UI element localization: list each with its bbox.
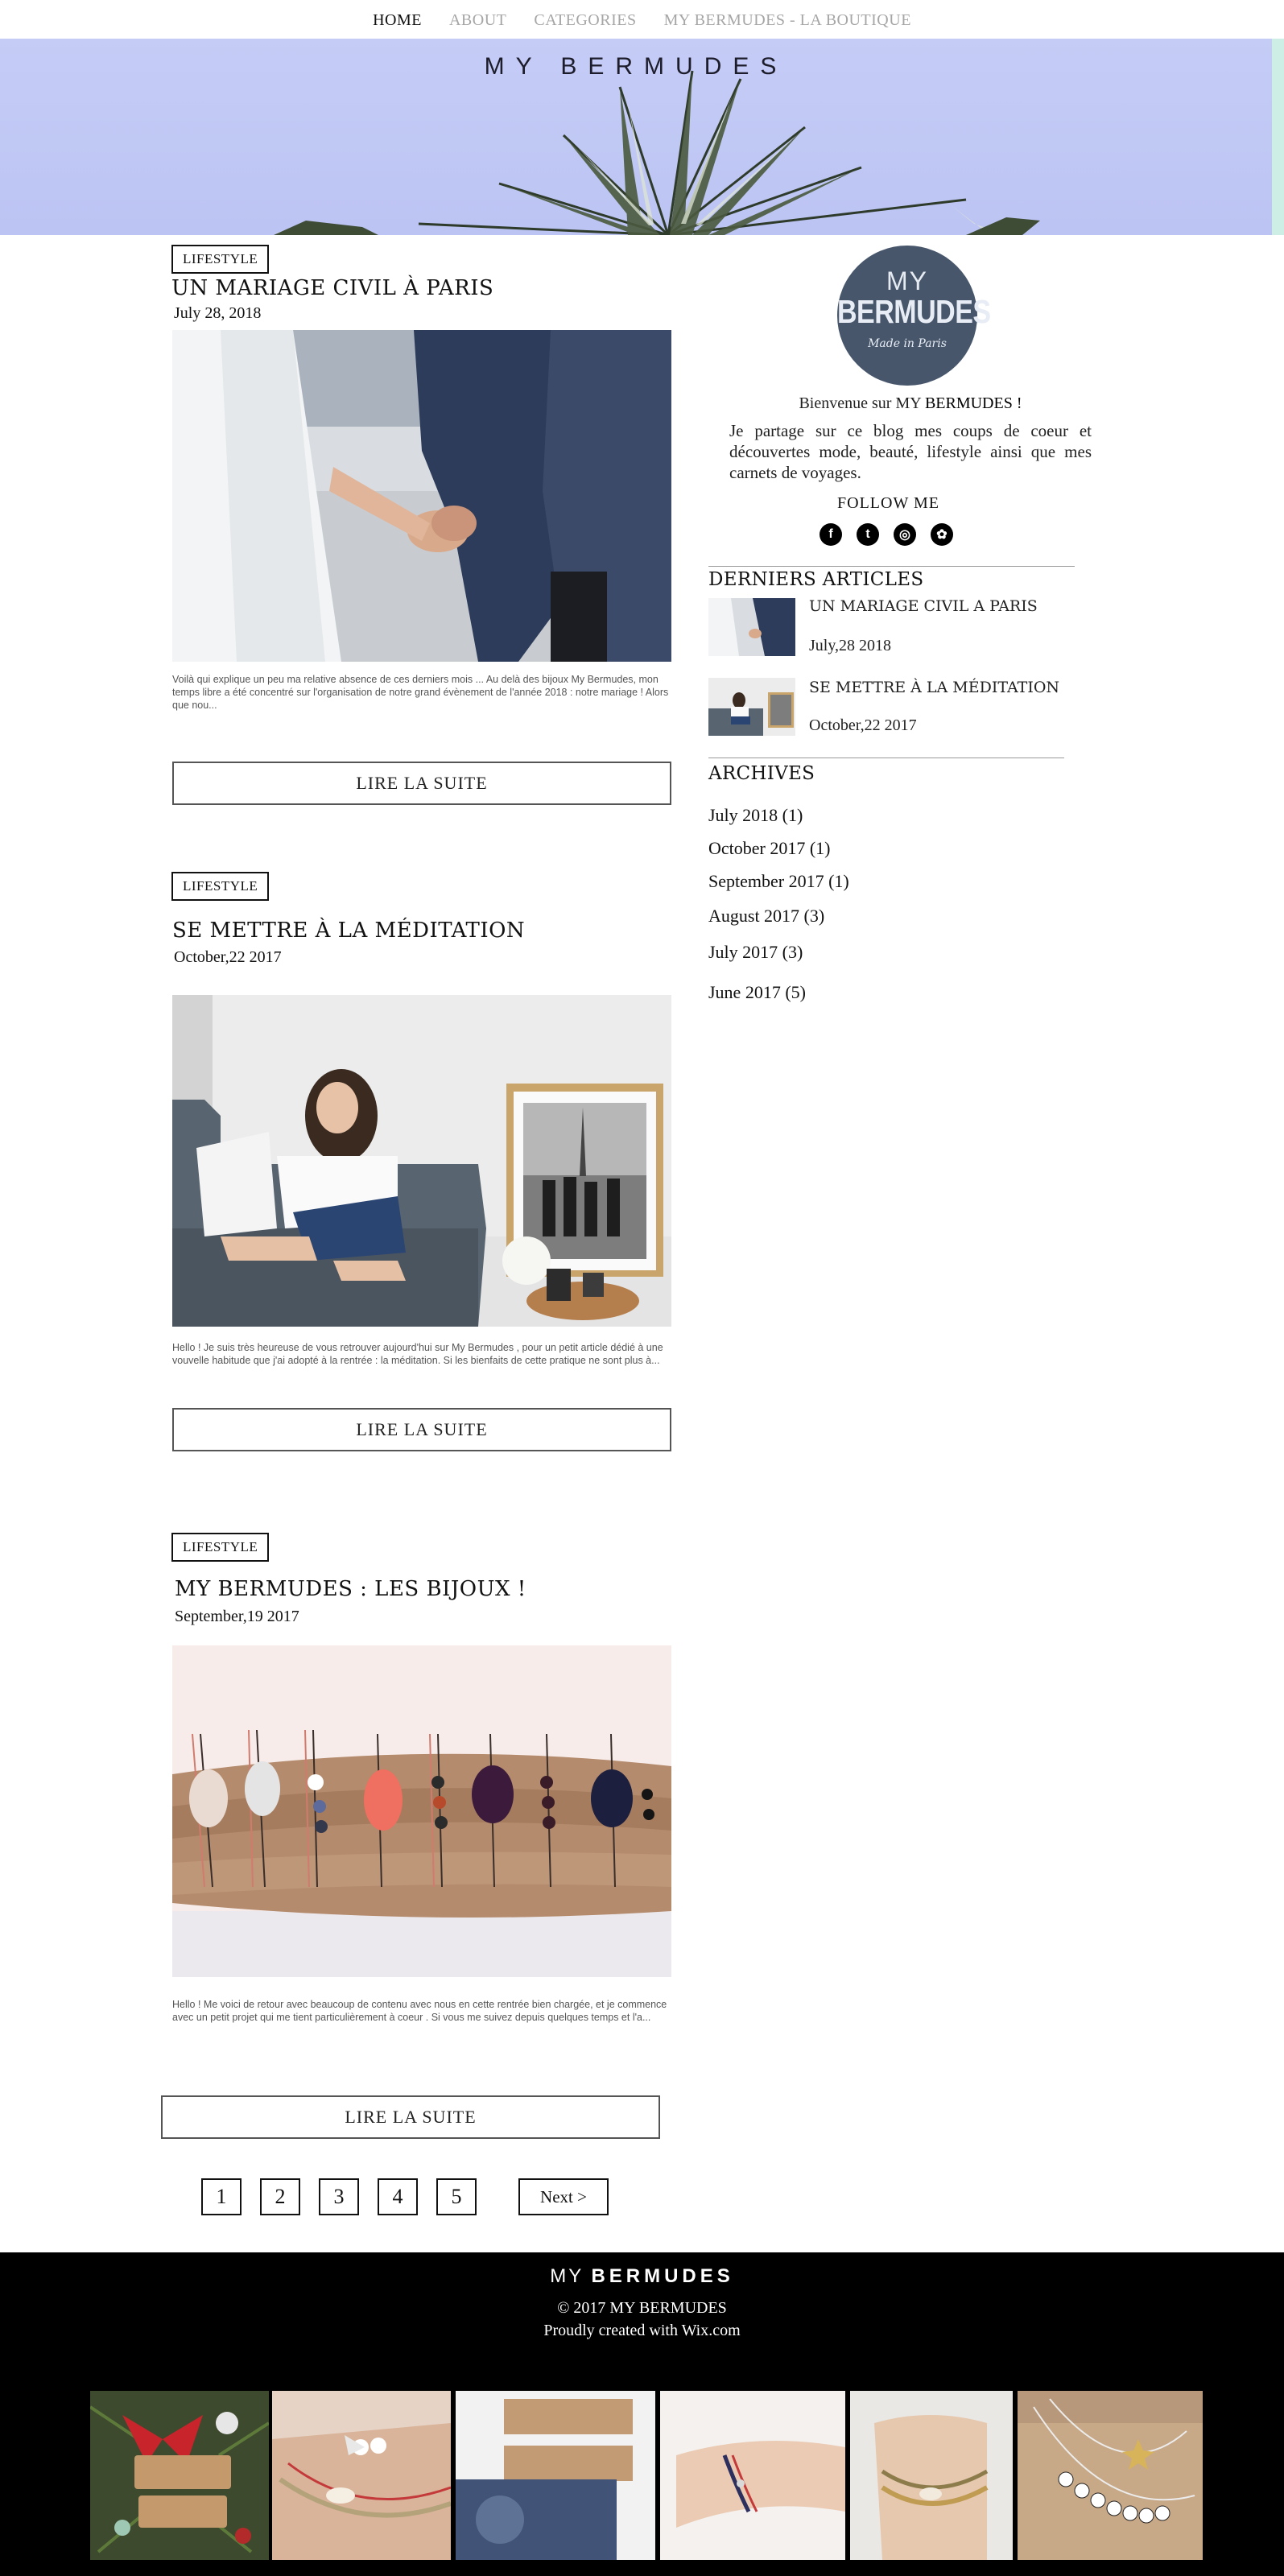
logo-tagline: Made in Paris — [868, 337, 947, 350]
gallery-image-christmas-bracelets[interactable] — [90, 2391, 269, 2560]
hero-banner: MY BERMUDES — [0, 39, 1272, 235]
page-1-button[interactable]: 1 — [201, 2178, 242, 2215]
post-excerpt: Hello ! Me voici de retour avec beaucoup… — [172, 1999, 667, 2023]
footer-logo-bermudes: BERMUDES — [591, 2265, 734, 2287]
welcome-prefix: Bienvenue sur MY — [799, 394, 925, 412]
recent-article-thumbnail[interactable] — [708, 678, 795, 736]
follow-me-label: FOLLOW ME — [837, 494, 939, 512]
post-category-badge[interactable]: LIFESTYLE — [171, 1533, 270, 1562]
read-more-button[interactable]: LIRE LA SUITE — [172, 762, 671, 805]
post-title[interactable]: SE METTRE À LA MÉDITATION — [172, 919, 525, 943]
gallery-image-shell-bracelet[interactable] — [272, 2391, 451, 2560]
twitter-icon[interactable]: t — [857, 523, 879, 546]
post-image-holding-hands[interactable] — [172, 330, 671, 662]
flower-icon[interactable]: ✿ — [931, 523, 953, 546]
recent-article-title[interactable]: UN MARIAGE CIVIL A PARIS — [809, 597, 1038, 615]
welcome-text: Bienvenue sur MY BERMUDES ! — [729, 394, 1092, 413]
archive-link[interactable]: July 2018 (1) — [708, 805, 803, 826]
blog-logo[interactable]: MY BERMUDES Made in Paris — [837, 246, 991, 386]
archive-link[interactable]: September 2017 (1) — [708, 871, 849, 892]
blog-intro: Je partage sur ce blog mes coups de coeu… — [729, 421, 1092, 482]
gallery-image-wrist-bracelet[interactable] — [660, 2391, 845, 2560]
page-3-button[interactable]: 3 — [319, 2178, 359, 2215]
sidebar-divider — [708, 566, 1075, 567]
recent-articles-heading: DERNIERS ARTICLES — [708, 569, 924, 590]
nav-home[interactable]: HOME — [373, 11, 422, 30]
welcome-brand: BERMUDES ! — [924, 394, 1022, 412]
post-image-bracelets[interactable] — [172, 1645, 671, 1977]
gallery-image-name-bracelet[interactable] — [1018, 2391, 1203, 2560]
post-date: October,22 2017 — [174, 948, 282, 966]
gallery-image-gold-bracelets[interactable] — [850, 2391, 1013, 2560]
footer-logo: MY BERMUDES — [0, 2265, 1284, 2288]
page-4-button[interactable]: 4 — [378, 2178, 418, 2215]
post-date: September,19 2017 — [175, 1608, 299, 1625]
nav-categories[interactable]: CATEGORIES — [534, 11, 636, 30]
nav-about[interactable]: ABOUT — [449, 11, 506, 30]
next-page-button[interactable]: Next > — [518, 2178, 609, 2215]
post-title[interactable]: UN MARIAGE CIVIL À PARIS — [171, 276, 493, 300]
read-more-button[interactable]: LIRE LA SUITE — [172, 1408, 671, 1451]
archive-link[interactable]: October 2017 (1) — [708, 838, 831, 859]
site-title: MY BERMUDES — [484, 53, 788, 80]
logo-bermudes-text: BERMUDES — [837, 294, 991, 331]
post-image-meditation[interactable] — [172, 995, 671, 1327]
post-date: July 28, 2018 — [174, 304, 262, 322]
post-category-badge[interactable]: LIFESTYLE — [171, 245, 270, 274]
facebook-icon[interactable]: f — [820, 523, 842, 546]
recent-article-thumbnail[interactable] — [708, 598, 795, 656]
post-excerpt: Hello ! Je suis très heureuse de vous re… — [172, 1342, 663, 1366]
read-more-button[interactable]: LIRE LA SUITE — [161, 2095, 660, 2139]
recent-article-date: July,28 2018 — [809, 637, 892, 654]
footer-logo-my: MY — [550, 2265, 592, 2287]
gallery-image-gift-cards[interactable] — [456, 2391, 655, 2560]
logo-my-text: MY — [886, 266, 928, 295]
top-navigation: HOME ABOUT CATEGORIES MY BERMUDES - LA B… — [0, 0, 1284, 40]
recent-article-date: October,22 2017 — [809, 716, 917, 734]
post-category-badge[interactable]: LIFESTYLE — [171, 872, 270, 901]
archive-link[interactable]: June 2017 (5) — [708, 982, 806, 1003]
page-2-button[interactable]: 2 — [260, 2178, 300, 2215]
archive-link[interactable]: August 2017 (3) — [708, 906, 824, 927]
footer-copyright: © 2017 MY BERMUDES — [557, 2299, 727, 2317]
archives-heading: ARCHIVES — [708, 763, 815, 784]
hero-edge-strip — [1272, 39, 1284, 235]
archive-link[interactable]: July 2017 (3) — [708, 942, 803, 963]
recent-article-title[interactable]: SE METTRE À LA MÉDITATION — [809, 679, 1059, 696]
post-title[interactable]: MY BERMUDES : LES BIJOUX ! — [175, 1577, 526, 1601]
footer-credit[interactable]: Proudly created with Wix.com — [0, 2322, 1284, 2340]
post-excerpt: Voilà qui explique un peu ma relative ab… — [172, 674, 669, 711]
page-5-button[interactable]: 5 — [436, 2178, 477, 2215]
nav-boutique[interactable]: MY BERMUDES - LA BOUTIQUE — [664, 11, 911, 30]
instagram-icon[interactable]: ◎ — [894, 523, 916, 546]
